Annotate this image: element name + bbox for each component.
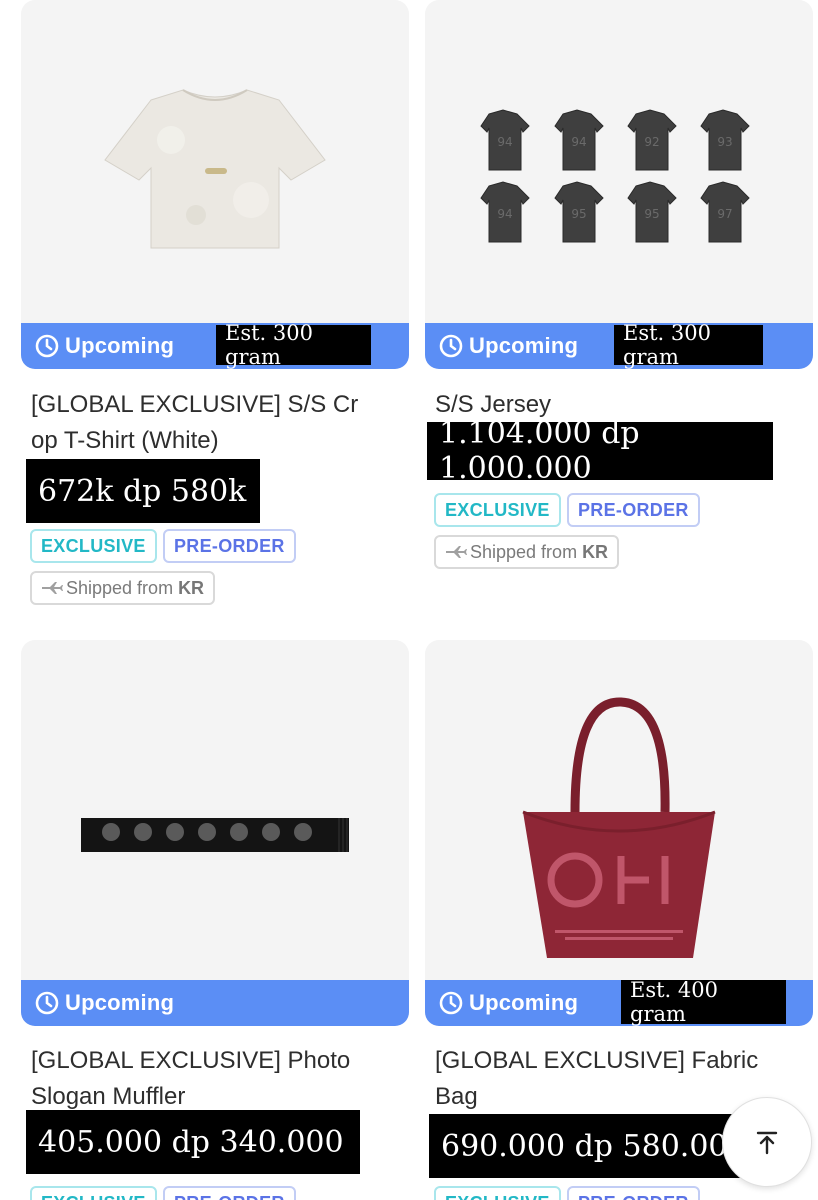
product-image-fabric-bag[interactable]: Upcoming Est. 400 gram [425, 640, 813, 1026]
exclusive-badge: EXCLUSIVE [434, 1186, 561, 1200]
exclusive-badge: EXCLUSIVE [30, 529, 157, 563]
product-card-crop-tshirt[interactable]: Upcoming Est. 300 gram [GLOBAL EXCLUSIVE… [21, 0, 409, 605]
exclusive-badge: EXCLUSIVE [434, 493, 561, 527]
preorder-badge: PRE-ORDER [567, 1186, 700, 1200]
product-grid: Upcoming Est. 300 gram [GLOBAL EXCLUSIVE… [0, 0, 818, 1200]
product-image-crop-tshirt[interactable]: Upcoming Est. 300 gram [21, 0, 409, 369]
weight-label: Est. 300 gram [614, 321, 763, 369]
product-title[interactable]: [GLOBAL EXCLUSIVE] Photo Slogan Muffler [31, 1043, 401, 1115]
svg-text:94: 94 [497, 207, 512, 221]
svg-text:94: 94 [571, 135, 586, 149]
fabric-bag-image [522, 697, 716, 958]
status-label: Upcoming [65, 333, 175, 358]
clock-icon [439, 334, 463, 358]
clock-icon [35, 334, 59, 358]
product-card-fabric-bag[interactable]: Upcoming Est. 400 gram [GLOBAL EXCLUSIVE… [425, 640, 813, 1200]
preorder-badge: PRE-ORDER [163, 529, 296, 563]
shipped-from-badge: Shipped from KR [30, 571, 216, 605]
scroll-to-top-button[interactable] [722, 1097, 812, 1187]
svg-text:95: 95 [571, 207, 586, 221]
exclusive-badge: EXCLUSIVE [30, 1186, 157, 1200]
price-label: 672k dp 580k [26, 459, 260, 523]
product-image-muffler[interactable]: Upcoming [21, 640, 409, 1026]
svg-text:95: 95 [644, 207, 659, 221]
price-label: 1.104.000 dp 1.000.000 [427, 416, 773, 486]
product-title[interactable]: [GLOBAL EXCLUSIVE] S/S Cr op T-Shirt (Wh… [31, 387, 401, 459]
upcoming-status-bar: Upcoming [21, 980, 409, 1026]
product-card-muffler[interactable]: Upcoming [GLOBAL EXCLUSIVE] Photo Slogan… [21, 640, 409, 1200]
svg-text:94: 94 [497, 135, 512, 149]
status-label: Upcoming [469, 333, 579, 358]
shipped-from-badge: Shipped from KR [434, 535, 620, 569]
product-image-jersey[interactable]: 94 94 92 93 94 95 95 97 Upcoming Est. 30… [425, 0, 813, 369]
clock-icon [35, 991, 59, 1015]
svg-text:92: 92 [644, 135, 659, 149]
plane-icon [446, 546, 467, 558]
status-label: Upcoming [65, 990, 175, 1015]
clock-icon [439, 991, 463, 1015]
product-card-jersey[interactable]: 94 94 92 93 94 95 95 97 Upcoming Est. 30… [425, 0, 813, 569]
arrow-up-icon [756, 1131, 778, 1155]
muffler-image [81, 818, 349, 852]
plane-icon [42, 582, 63, 594]
price-label: 405.000 dp 340.000 [26, 1110, 360, 1174]
jersey-set-image: 94 94 92 93 94 95 95 97 [480, 109, 750, 243]
weight-label: Est. 400 gram [621, 978, 786, 1026]
preorder-badge: PRE-ORDER [163, 1186, 296, 1200]
weight-label: Est. 300 gram [216, 321, 371, 369]
svg-text:97: 97 [717, 207, 732, 221]
preorder-badge: PRE-ORDER [567, 493, 700, 527]
crop-tshirt-image [104, 89, 326, 249]
svg-text:93: 93 [717, 135, 732, 149]
status-label: Upcoming [469, 990, 579, 1015]
